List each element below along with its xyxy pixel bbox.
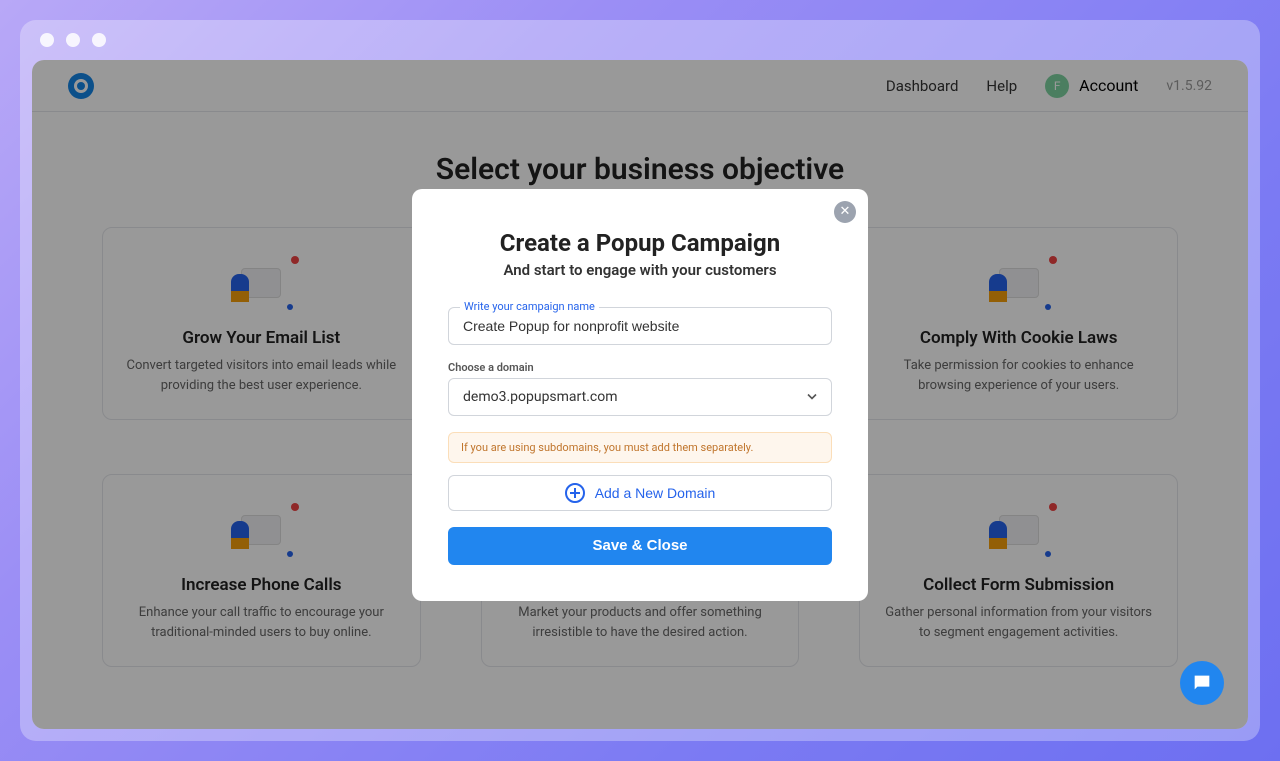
add-domain-button[interactable]: Add a New Domain xyxy=(448,475,832,511)
browser-titlebar xyxy=(20,20,1260,60)
traffic-light-close[interactable] xyxy=(40,33,54,47)
close-icon[interactable]: ✕ xyxy=(834,201,856,223)
save-close-button[interactable]: Save & Close xyxy=(448,527,832,565)
browser-frame: Dashboard Help F Account v1.5.92 Select … xyxy=(20,20,1260,741)
create-campaign-modal: ✕ Create a Popup Campaign And start to e… xyxy=(412,189,868,601)
plus-circle-icon xyxy=(565,483,585,503)
modal-title: Create a Popup Campaign xyxy=(448,229,832,257)
domain-field: Choose a domain demo3.popupsmart.com xyxy=(448,361,832,416)
modal-subtitle: And start to engage with your customers xyxy=(448,261,832,279)
domain-label: Choose a domain xyxy=(448,361,832,374)
traffic-light-minimize[interactable] xyxy=(66,33,80,47)
subdomain-warning: If you are using subdomains, you must ad… xyxy=(448,432,832,463)
modal-scrim[interactable]: ✕ Create a Popup Campaign And start to e… xyxy=(32,60,1248,729)
traffic-light-maximize[interactable] xyxy=(92,33,106,47)
chat-widget-button[interactable] xyxy=(1180,661,1224,705)
campaign-name-field: Write your campaign name xyxy=(448,307,832,345)
add-domain-label: Add a New Domain xyxy=(595,485,716,501)
domain-select[interactable]: demo3.popupsmart.com xyxy=(448,378,832,416)
app-window: Dashboard Help F Account v1.5.92 Select … xyxy=(32,60,1248,729)
campaign-name-label: Write your campaign name xyxy=(460,300,599,313)
chat-icon xyxy=(1191,672,1213,694)
